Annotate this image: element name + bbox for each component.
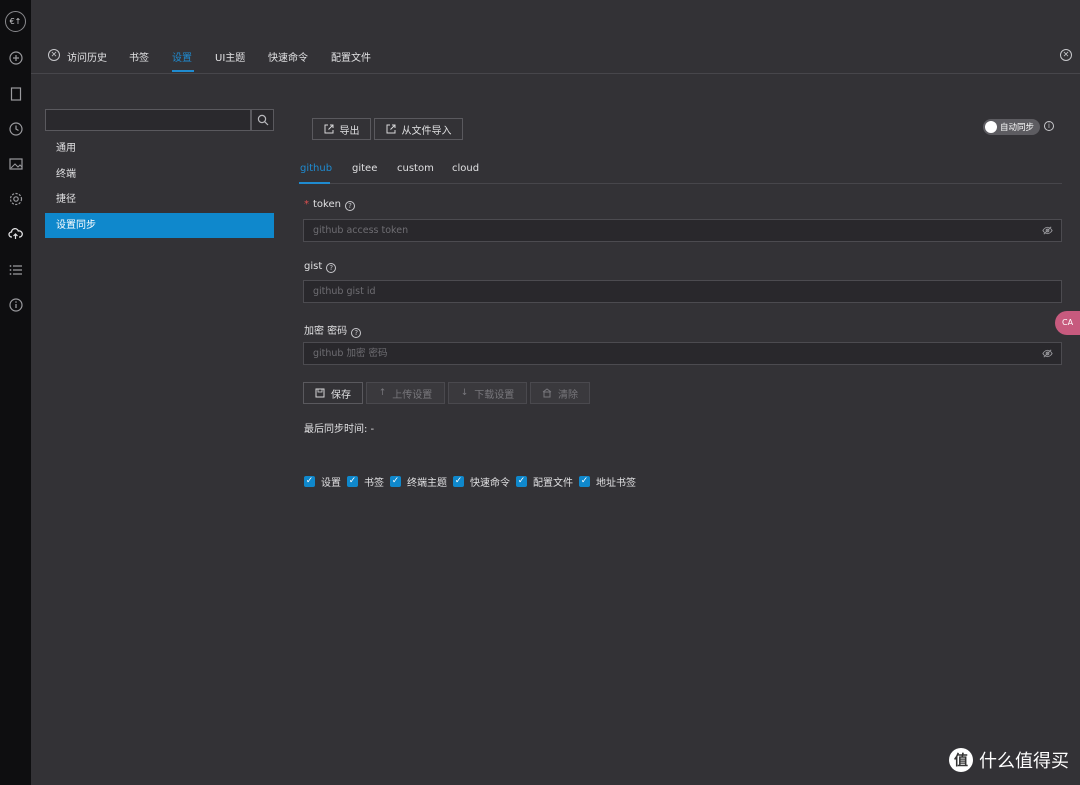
clear-button[interactable]: 清除 xyxy=(530,382,590,404)
checkbox-settings[interactable]: ✓ 设置 xyxy=(304,474,341,489)
info-icon[interactable] xyxy=(8,297,23,312)
checkbox-profiles[interactable]: ✓ 配置文件 xyxy=(516,474,573,489)
save-button[interactable]: 保存 xyxy=(303,382,363,404)
watermark: 值 什么值得买 xyxy=(949,747,1069,773)
eye-off-icon[interactable] xyxy=(1042,225,1053,236)
token-placeholder: github access token xyxy=(313,225,409,236)
tab-cloud[interactable]: cloud xyxy=(452,163,479,174)
checkbox-label: 书签 xyxy=(364,478,384,489)
search-icon xyxy=(257,114,268,126)
tab-custom[interactable]: custom xyxy=(397,163,434,174)
download-settings-button[interactable]: ↓ 下载设置 xyxy=(448,382,527,404)
save-label: 保存 xyxy=(331,389,351,401)
checkbox-bookmarks[interactable]: ✓ 书签 xyxy=(347,474,384,489)
clock-icon[interactable] xyxy=(8,121,23,136)
gist-input[interactable]: github gist id xyxy=(303,280,1062,303)
list-icon[interactable] xyxy=(8,262,23,277)
active-subtab-indicator xyxy=(299,182,330,184)
top-tab-bar: ✕ 访问历史 书签 设置 UI主题 快速命令 配置文件 ✕ xyxy=(31,0,1080,74)
import-label: 从文件导入 xyxy=(401,125,452,137)
arrow-down-icon: ↓ xyxy=(460,388,469,398)
tab-gitee[interactable]: gitee xyxy=(352,163,377,174)
icon-rail: €↑ xyxy=(0,0,31,785)
close-icon[interactable]: ✕ xyxy=(48,49,60,61)
arrow-up-icon: ↑ xyxy=(378,388,387,398)
gist-placeholder: github gist id xyxy=(313,286,376,297)
tab-profiles[interactable]: 配置文件 xyxy=(331,49,371,64)
check-icon: ✓ xyxy=(516,476,527,487)
watermark-logo: 值 xyxy=(949,748,973,772)
token-input[interactable]: github access token xyxy=(303,219,1062,242)
sidebar-item-general[interactable]: 通用 xyxy=(45,136,274,161)
eye-off-icon[interactable] xyxy=(1042,348,1053,359)
plus-circle-icon[interactable] xyxy=(8,50,23,65)
auto-sync-label: 自动同步 xyxy=(1000,123,1035,133)
clear-icon xyxy=(542,388,552,398)
required-mark: * xyxy=(304,199,309,210)
tab-github[interactable]: github xyxy=(300,163,332,174)
checkbox-label: 地址书签 xyxy=(596,478,636,489)
checkbox-label: 配置文件 xyxy=(533,478,573,489)
tab-quick-commands[interactable]: 快速命令 xyxy=(268,49,308,64)
tab-settings[interactable]: 设置 xyxy=(172,49,192,64)
token-label: * token? xyxy=(304,199,355,211)
upload-label: 上传设置 xyxy=(392,389,433,401)
sidebar-item-shortcuts[interactable]: 捷径 xyxy=(45,187,274,212)
checkbox-quick-commands[interactable]: ✓ 快速命令 xyxy=(453,474,510,489)
check-icon: ✓ xyxy=(347,476,358,487)
checkbox-terminal-themes[interactable]: ✓ 终端主题 xyxy=(390,474,447,489)
checkbox-label: 设置 xyxy=(321,478,341,489)
checkbox-label: 快速命令 xyxy=(470,478,510,489)
auto-sync-toggle[interactable]: 自动同步 xyxy=(983,119,1040,135)
auto-sync-info-icon[interactable]: i xyxy=(1044,121,1054,131)
password-label-text: 加密 密码 xyxy=(304,326,348,337)
gear-icon[interactable] xyxy=(8,191,23,206)
sidebar-item-sync[interactable]: 设置同步 xyxy=(45,213,274,238)
app-logo[interactable]: €↑ xyxy=(5,11,26,32)
tab-history[interactable]: 访问历史 xyxy=(67,49,107,64)
tab-ui-theme[interactable]: UI主题 xyxy=(215,49,245,64)
export-icon xyxy=(324,124,333,134)
help-icon[interactable]: ? xyxy=(351,328,362,338)
tab-bookmarks[interactable]: 书签 xyxy=(129,49,149,64)
search-button[interactable] xyxy=(251,109,274,131)
help-icon[interactable]: ? xyxy=(326,263,337,273)
gist-label: gist? xyxy=(304,261,337,273)
check-icon: ✓ xyxy=(453,476,464,487)
settings-search-input[interactable] xyxy=(45,109,251,131)
check-icon: ✓ xyxy=(579,476,590,487)
download-label: 下载设置 xyxy=(474,389,515,401)
subtab-divider xyxy=(299,183,1062,184)
import-from-file-button[interactable]: 从文件导入 xyxy=(374,118,463,140)
sidebar-item-terminal[interactable]: 终端 xyxy=(45,162,274,187)
export-button[interactable]: 导出 xyxy=(312,118,371,140)
help-icon[interactable]: ? xyxy=(344,201,355,211)
checkbox-address-bookmarks[interactable]: ✓ 地址书签 xyxy=(579,474,636,489)
password-placeholder: github 加密 密码 xyxy=(313,348,388,359)
close-panel-icon[interactable]: ✕ xyxy=(1060,49,1072,61)
cloud-sync-icon[interactable] xyxy=(8,226,23,241)
watermark-text: 什么值得买 xyxy=(979,751,1069,772)
check-icon: ✓ xyxy=(304,476,315,487)
last-sync-time: 最后同步时间: - xyxy=(304,424,375,435)
password-input[interactable]: github 加密 密码 xyxy=(303,342,1062,365)
password-label: 加密 密码? xyxy=(304,322,362,338)
active-tab-indicator xyxy=(172,70,194,72)
save-icon xyxy=(315,388,325,398)
check-icon: ✓ xyxy=(390,476,401,487)
upload-settings-button[interactable]: ↑ 上传设置 xyxy=(366,382,445,404)
gist-label-text: gist xyxy=(304,261,323,272)
translate-float-button[interactable]: CA xyxy=(1055,311,1080,335)
token-label-text: token xyxy=(313,199,341,210)
checkbox-label: 终端主题 xyxy=(407,478,447,489)
bookmark-icon[interactable] xyxy=(8,86,23,101)
toggle-knob xyxy=(985,121,997,133)
import-icon xyxy=(386,124,395,134)
clear-label: 清除 xyxy=(558,389,578,401)
image-icon[interactable] xyxy=(8,156,23,171)
export-label: 导出 xyxy=(339,125,360,137)
